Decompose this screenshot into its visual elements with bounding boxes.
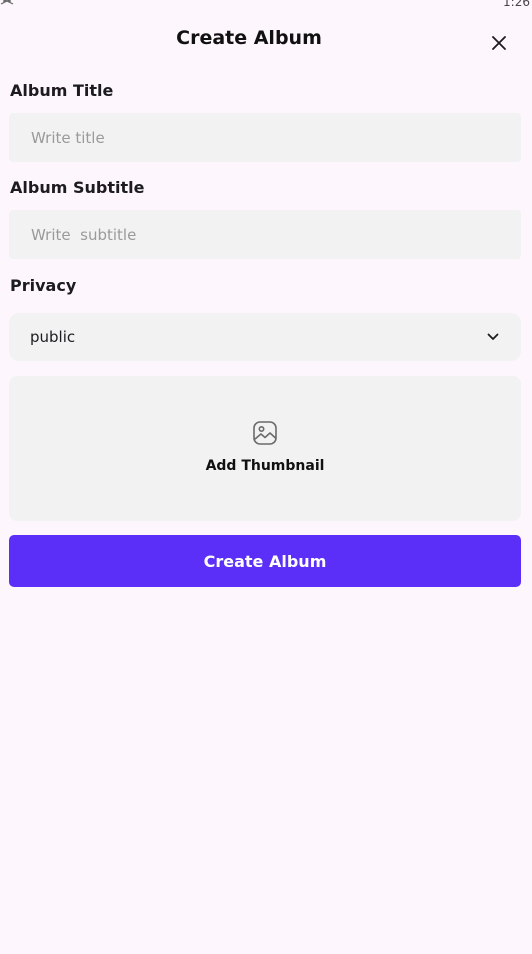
- close-icon: [492, 36, 506, 50]
- image-icon: [253, 421, 277, 445]
- privacy-value: public: [30, 328, 76, 346]
- album-subtitle-field[interactable]: [9, 210, 521, 259]
- page-title: Create Album: [176, 27, 322, 49]
- create-album-button[interactable]: Create Album: [9, 535, 521, 587]
- album-title-field[interactable]: [9, 113, 521, 162]
- album-title-input[interactable]: [29, 127, 521, 148]
- album-subtitle-label: Album Subtitle: [10, 178, 145, 197]
- album-title-label: Album Title: [10, 81, 114, 100]
- album-subtitle-input[interactable]: [29, 224, 521, 245]
- close-button[interactable]: [484, 28, 514, 58]
- privacy-select[interactable]: public: [9, 313, 521, 361]
- add-thumbnail-button[interactable]: Add Thumbnail: [9, 376, 521, 521]
- chevron-down-icon: [487, 333, 499, 340]
- privacy-label: Privacy: [10, 276, 77, 295]
- header: Create Album: [0, 22, 532, 58]
- status-time: 1:26: [503, 0, 530, 9]
- add-thumbnail-label: Add Thumbnail: [205, 458, 325, 474]
- status-bar: 1:26: [0, 0, 532, 10]
- signal-icon: [0, 0, 14, 9]
